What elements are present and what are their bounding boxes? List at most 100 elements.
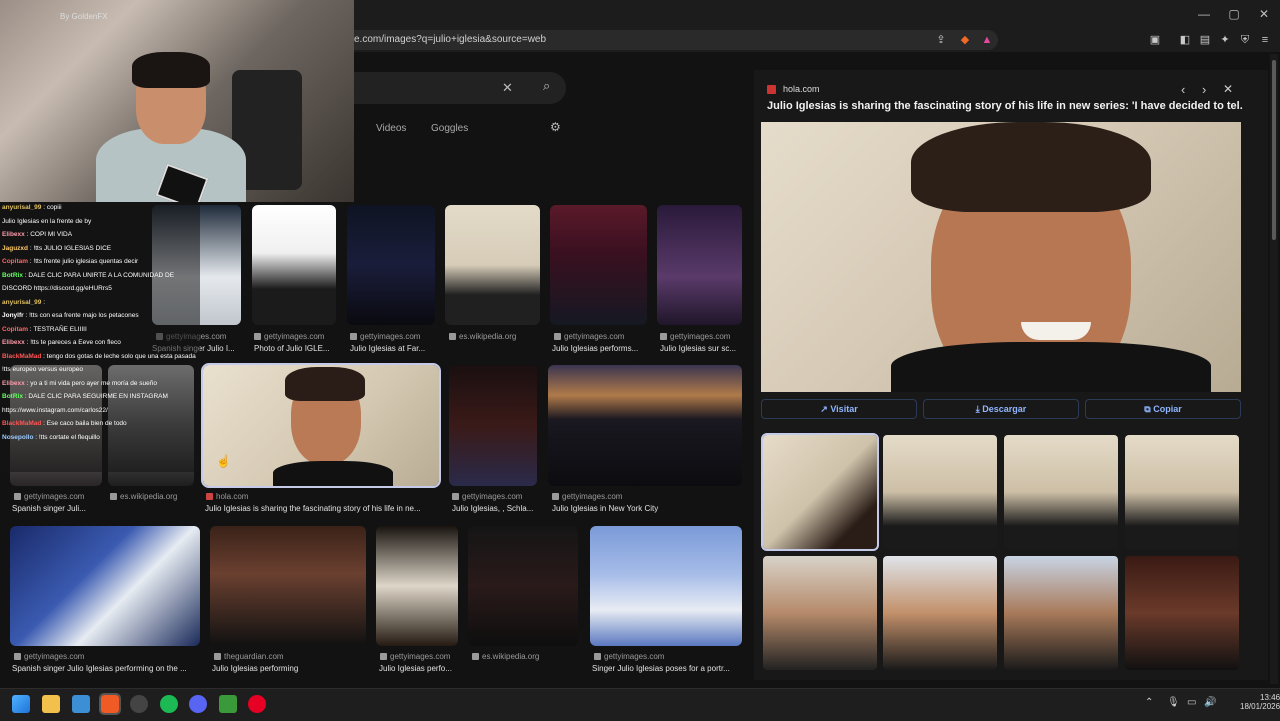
portrait-hair	[285, 367, 365, 401]
minimize-icon[interactable]: —	[1196, 6, 1212, 22]
image-result[interactable]	[10, 526, 200, 646]
related-thumb[interactable]	[883, 435, 997, 549]
close-preview-icon[interactable]: ✕	[1223, 82, 1233, 96]
chat-text: !tts europeo versus europeo	[2, 366, 83, 373]
related-thumb[interactable]	[883, 556, 997, 670]
image-caption[interactable]: Julio Iglesias in New York City	[552, 504, 742, 513]
menu-icon[interactable]: ≡	[1258, 33, 1272, 47]
copy-button[interactable]: ⧉ Copiar	[1085, 399, 1241, 419]
related-thumb[interactable]	[1125, 435, 1239, 549]
favicon-icon	[14, 653, 21, 661]
chat-message: Nosepollo : !tts cortate el flequillo	[2, 433, 100, 441]
image-result[interactable]	[445, 205, 540, 325]
sidebar-icon[interactable]: ◧	[1178, 33, 1192, 47]
image-caption[interactable]: Julio Iglesias perfo...	[379, 664, 463, 673]
preview-suit	[891, 342, 1211, 392]
share-icon[interactable]: ⇪	[934, 33, 948, 47]
obs-icon[interactable]	[130, 695, 148, 713]
brave-browser-icon[interactable]	[99, 693, 121, 715]
image-caption[interactable]: Julio Iglesias, , Schla...	[452, 504, 540, 513]
image-caption[interactable]: Julio Iglesias sur sc...	[660, 344, 744, 353]
favicon-icon	[472, 653, 479, 661]
chat-username: anyurisal_99	[2, 204, 42, 211]
discord-icon[interactable]	[189, 695, 207, 713]
chat-username: Nosepollo	[2, 433, 34, 441]
prev-image-icon[interactable]: ‹	[1181, 82, 1185, 97]
image-result[interactable]	[468, 526, 578, 646]
scrollbar-thumb[interactable]	[1272, 60, 1276, 240]
image-result[interactable]	[548, 365, 742, 486]
microphone-icon[interactable]: 🎙	[1167, 697, 1180, 708]
chat-text: copiii	[46, 204, 62, 211]
visit-button[interactable]: ↗ Visitar	[761, 399, 917, 419]
image-caption[interactable]: Julio Iglesias performing	[212, 664, 368, 673]
photos-icon[interactable]	[72, 695, 90, 713]
system-clock[interactable]: 13:46 18/01/2026	[1240, 693, 1280, 711]
windows-start-icon[interactable]	[12, 695, 30, 713]
spotify-icon[interactable]	[160, 695, 178, 713]
chat-text: DALE CLIC PARA SEGUIRME EN INSTAGRAM	[28, 393, 168, 400]
tab-videos[interactable]: Videos	[376, 123, 406, 134]
chat-lines: anyurisal_99 : copiii Julio Iglesias en l…	[0, 202, 200, 472]
download-button[interactable]: ⤓ Descargar	[923, 399, 1079, 419]
preview-source[interactable]: hola.com	[783, 84, 820, 94]
favicon-icon	[660, 333, 667, 341]
chat-text: yo a ti mi vida pero ayer me moría de su…	[30, 379, 157, 387]
chat-text: !tts cortate el flequillo	[38, 433, 100, 441]
image-result[interactable]	[449, 365, 537, 486]
leo-icon[interactable]: ✦	[1218, 33, 1232, 47]
wallet-icon[interactable]: ▤	[1198, 33, 1212, 47]
favicon-icon	[254, 333, 261, 341]
close-window-icon[interactable]: ✕	[1256, 6, 1272, 22]
related-thumb[interactable]	[1004, 435, 1118, 549]
image-result[interactable]	[210, 526, 366, 646]
chat-text: COPI MI VIDA	[30, 231, 73, 238]
network-icon[interactable]: ▭	[1187, 697, 1196, 708]
brave-rewards-icon[interactable]: ▲	[980, 33, 994, 47]
preview-image[interactable]	[761, 122, 1241, 392]
image-result[interactable]	[550, 205, 647, 325]
next-image-icon[interactable]: ›	[1202, 82, 1206, 97]
chat-username: anyurisal_99	[2, 298, 42, 306]
tab-icon[interactable]: ▣	[1148, 33, 1162, 47]
preview-title[interactable]: Julio Iglesias is sharing the fascinatin…	[767, 100, 1243, 112]
image-source: gettyimages.com	[380, 652, 450, 661]
image-source: gettyimages.com	[452, 492, 522, 501]
image-caption[interactable]: Photo of Julio IGLE...	[254, 344, 342, 353]
image-result[interactable]	[590, 526, 742, 646]
pinterest-icon[interactable]	[248, 695, 266, 713]
volume-icon[interactable]: 🔊	[1204, 697, 1216, 708]
related-thumb[interactable]	[1004, 556, 1118, 670]
image-caption[interactable]: Spanish singer Juli...	[12, 504, 104, 513]
image-result[interactable]	[252, 205, 336, 325]
favicon-icon	[380, 653, 387, 661]
chat-username: BlackMaMad	[2, 420, 42, 427]
file-explorer-icon[interactable]	[42, 695, 60, 713]
minecraft-icon[interactable]	[219, 695, 237, 713]
related-thumb[interactable]	[1125, 556, 1239, 670]
related-thumb-selected[interactable]	[761, 433, 879, 551]
url-text[interactable]: e.com/images?q=julio+iglesia&source=web	[354, 34, 546, 45]
maximize-icon[interactable]: ▢	[1226, 6, 1242, 22]
search-icon[interactable]: ⌕	[543, 78, 550, 94]
favicon-icon	[594, 653, 601, 661]
image-result[interactable]	[347, 205, 435, 325]
close-icon[interactable]: ✕	[502, 80, 513, 96]
chevron-up-icon[interactable]: ⌃	[1145, 697, 1153, 708]
vpn-icon[interactable]: ⛨	[1238, 33, 1252, 47]
brave-shield-icon[interactable]: ◆	[958, 33, 972, 47]
image-result[interactable]	[376, 526, 458, 646]
image-result-selected[interactable]	[201, 363, 441, 488]
image-caption[interactable]: Julio Iglesias is sharing the fascinatin…	[205, 504, 437, 513]
tab-goggles[interactable]: Goggles	[431, 123, 468, 134]
image-result[interactable]	[657, 205, 742, 325]
image-caption[interactable]: Julio Iglesias at Far...	[350, 344, 438, 353]
search-input[interactable]	[330, 72, 566, 104]
chat-message: Jaguzxd : !tts JULIO IGLESIAS DICE	[2, 244, 112, 252]
chat-username: Copitam	[2, 258, 28, 265]
image-caption[interactable]: Singer Julio Iglesias poses for a portr.…	[592, 664, 742, 673]
image-caption[interactable]: Julio Iglesias performs...	[552, 344, 650, 353]
filter-icon[interactable]: ⚙	[550, 120, 561, 134]
image-caption[interactable]: Spanish singer Julio Iglesias performing…	[12, 664, 202, 673]
related-thumb[interactable]	[763, 556, 877, 670]
